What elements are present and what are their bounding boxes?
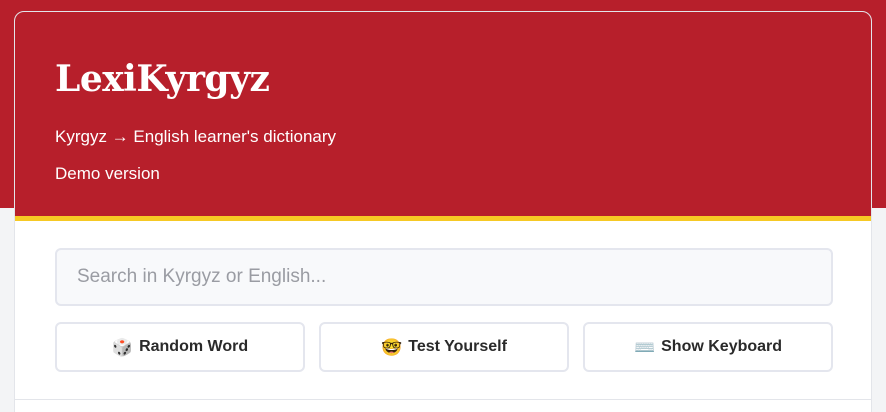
section-divider xyxy=(15,399,871,400)
search-input[interactable] xyxy=(55,248,833,306)
search-container xyxy=(55,248,833,306)
dictionary-card: LexiKyrgyz Kyrgyz → English learner's di… xyxy=(14,11,872,412)
action-buttons: 🎲 Random Word 🤓 Test Yourself ⌨️ Show Ke… xyxy=(55,322,833,372)
subtitle: Kyrgyz → English learner's dictionary xyxy=(55,127,337,146)
version-label: Demo version xyxy=(55,164,160,183)
show-keyboard-label: Show Keyboard xyxy=(661,338,783,355)
nerd-face-icon: 🤓 xyxy=(381,337,403,357)
test-yourself-label: Test Yourself xyxy=(408,338,507,355)
random-word-button[interactable]: 🎲 Random Word xyxy=(55,322,305,372)
show-keyboard-button[interactable]: ⌨️ Show Keyboard xyxy=(583,322,833,372)
test-yourself-button[interactable]: 🤓 Test Yourself xyxy=(319,322,569,372)
header: LexiKyrgyz Kyrgyz → English learner's di… xyxy=(15,12,871,221)
brand-title: LexiKyrgyz xyxy=(55,58,270,100)
keyboard-icon: ⌨️ xyxy=(633,337,656,357)
dice-icon: 🎲 xyxy=(111,337,134,357)
random-word-label: Random Word xyxy=(139,338,249,355)
